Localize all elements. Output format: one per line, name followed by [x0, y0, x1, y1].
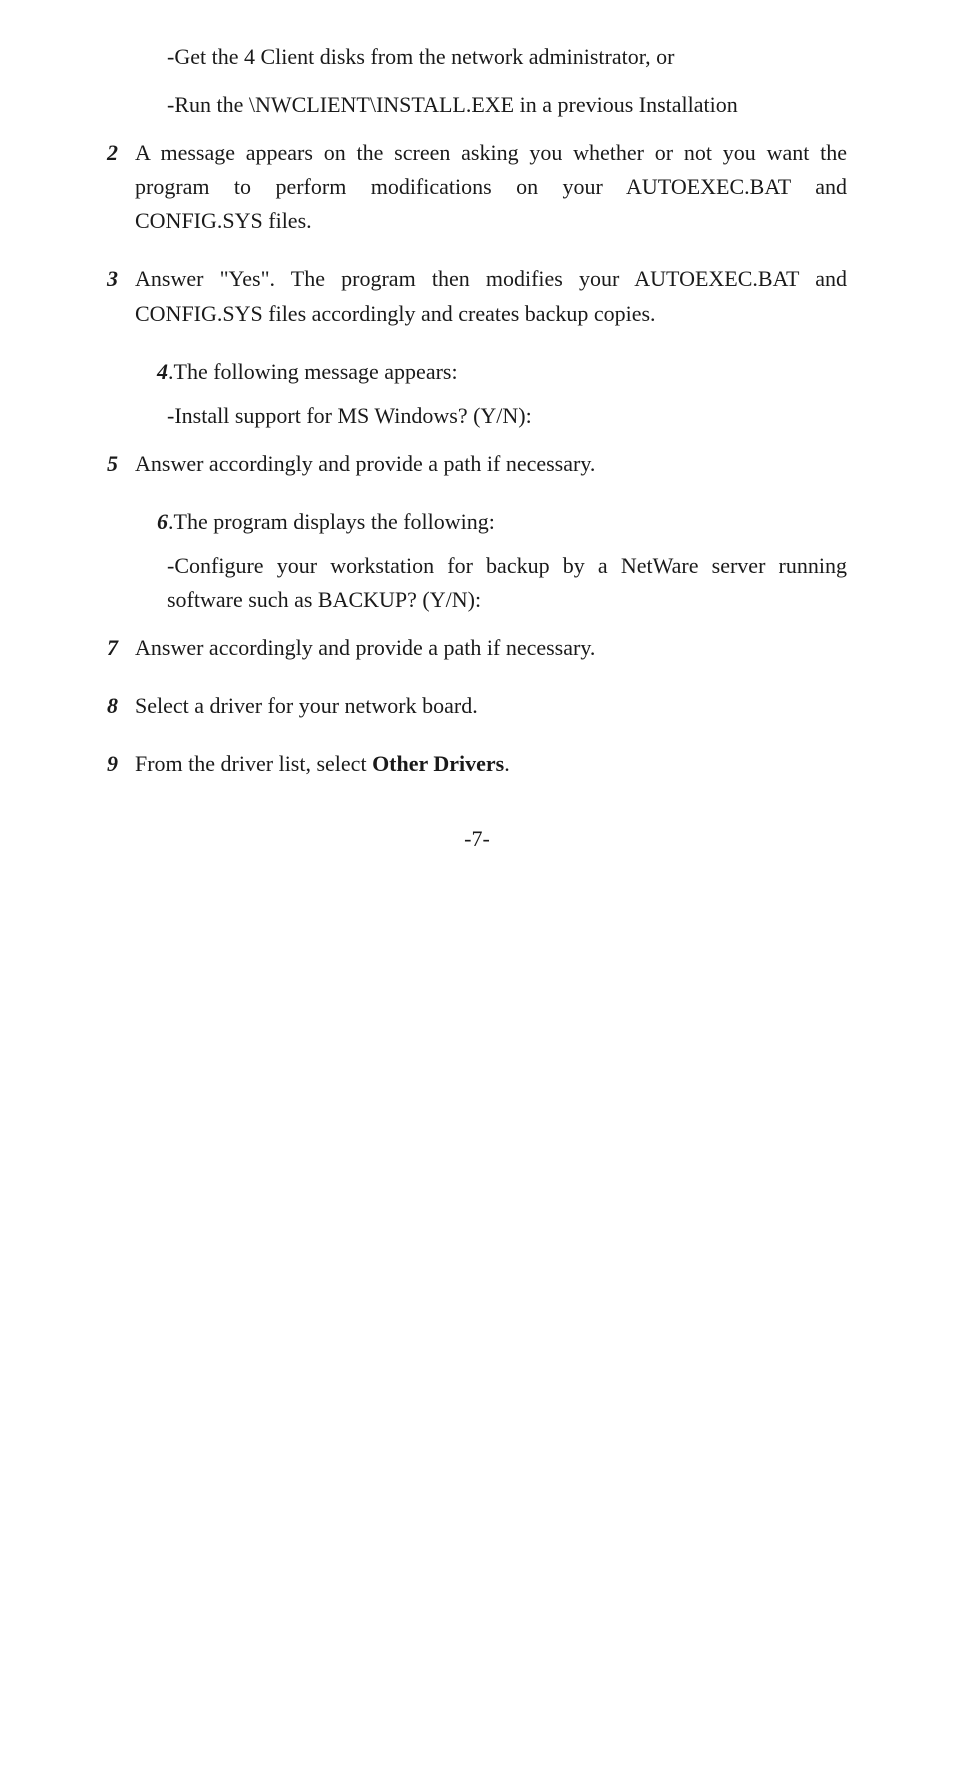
item-number-4: 4: [157, 359, 168, 384]
bullet-get: -Get the 4 Client disks from the network…: [167, 40, 847, 74]
item-content-4: .The following message appears:: [168, 359, 458, 384]
item-number-8: 8: [107, 689, 135, 723]
numbered-item-3: 3 Answer "Yes". The program then modifie…: [107, 262, 847, 330]
numbered-item-5: 5 Answer accordingly and provide a path …: [107, 447, 847, 481]
item-content-9: From the driver list, select Other Drive…: [135, 747, 847, 781]
other-drivers-bold: Other Drivers: [372, 751, 504, 776]
item-content-5: Answer accordingly and provide a path if…: [135, 447, 847, 481]
page-number: -7-: [464, 826, 490, 851]
item-number-9: 9: [107, 747, 135, 781]
item-number-3: 3: [107, 262, 135, 330]
numbered-item-2: 2 A message appears on the screen asking…: [107, 136, 847, 238]
numbered-item-8: 8 Select a driver for your network board…: [107, 689, 847, 723]
item-6-sub: -Configure your workstation for backup b…: [167, 549, 847, 617]
page-content: -Get the 4 Client disks from the network…: [87, 0, 867, 916]
item-content-3: Answer "Yes". The program then modifies …: [135, 262, 847, 330]
bullet-run: -Run the \NWCLIENT\INSTALL.EXE in a prev…: [167, 88, 847, 122]
numbered-item-7: 7 Answer accordingly and provide a path …: [107, 631, 847, 665]
item-number-7: 7: [107, 631, 135, 665]
numbered-item-6: 6.The program displays the following:: [157, 505, 847, 539]
item-content-6: .The program displays the following:: [168, 509, 495, 534]
item-4-sub: -Install support for MS Windows? (Y/N):: [167, 399, 847, 433]
item-number-2: 2: [107, 136, 135, 238]
item-content-8: Select a driver for your network board.: [135, 689, 847, 723]
item-content-7: Answer accordingly and provide a path if…: [135, 631, 847, 665]
numbered-item-9: 9 From the driver list, select Other Dri…: [107, 747, 847, 781]
item-number-6: 6: [157, 509, 168, 534]
page-footer: -7-: [107, 822, 847, 856]
item-content-2: A message appears on the screen asking y…: [135, 136, 847, 238]
item-number-5: 5: [107, 447, 135, 481]
numbered-item-4: 4.The following message appears:: [157, 355, 847, 389]
